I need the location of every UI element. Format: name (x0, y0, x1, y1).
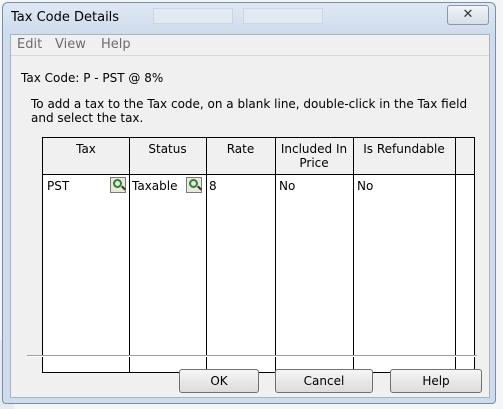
grid-column-divider (275, 138, 276, 372)
dialog-body: Edit View Help Tax Code: P - PST @ 8% To… (10, 34, 490, 398)
button-separator (27, 355, 477, 357)
header-rate[interactable]: Rate (206, 138, 275, 174)
close-button[interactable]: ✕ (447, 5, 489, 25)
close-icon: ✕ (462, 7, 474, 22)
instructions-text: To add a tax to the Tax code, on a blank… (31, 97, 468, 125)
cell-included-in-price[interactable]: No (279, 179, 295, 193)
tax-code-label: Tax Code: P - PST @ 8% (21, 71, 164, 85)
menu-edit[interactable]: Edit (17, 37, 42, 52)
grid-column-divider (353, 138, 354, 372)
ok-button[interactable]: OK (179, 369, 259, 393)
menu-view[interactable]: View (55, 37, 86, 52)
tax-lookup-icon[interactable] (110, 177, 126, 193)
grid-header: Tax Status Rate Included In Price Is Ref… (43, 138, 474, 175)
title-bar: Tax Code Details ✕ (3, 3, 495, 35)
magnifier-handle (197, 185, 202, 191)
tax-code-details-dialog: Tax Code Details ✕ Edit View Help Tax Co… (2, 2, 496, 404)
grid-column-divider (129, 138, 130, 372)
header-is-refundable[interactable]: Is Refundable (353, 138, 455, 174)
background-ghost-2 (243, 8, 323, 24)
grid-column-divider (206, 138, 207, 372)
cell-status[interactable]: Taxable (132, 179, 178, 193)
background-ghost-1 (153, 8, 233, 24)
magnifier-handle (121, 185, 126, 191)
menu-separator (11, 55, 489, 56)
cell-tax[interactable]: PST (47, 179, 69, 193)
menu-help[interactable]: Help (101, 37, 131, 52)
menu-bar: Edit View Help (11, 35, 489, 55)
header-included-in-price[interactable]: Included In Price (275, 138, 353, 174)
cell-rate[interactable]: 8 (209, 179, 217, 193)
status-lookup-icon[interactable] (186, 177, 202, 193)
cell-is-refundable[interactable]: No (357, 179, 373, 193)
window-title: Tax Code Details (11, 10, 120, 25)
header-tax[interactable]: Tax (43, 138, 129, 174)
header-status[interactable]: Status (129, 138, 206, 174)
cancel-button[interactable]: Cancel (275, 369, 373, 393)
grid-column-divider (455, 138, 456, 372)
help-button[interactable]: Help (390, 369, 482, 393)
tax-grid: Tax Status Rate Included In Price Is Ref… (42, 137, 475, 373)
